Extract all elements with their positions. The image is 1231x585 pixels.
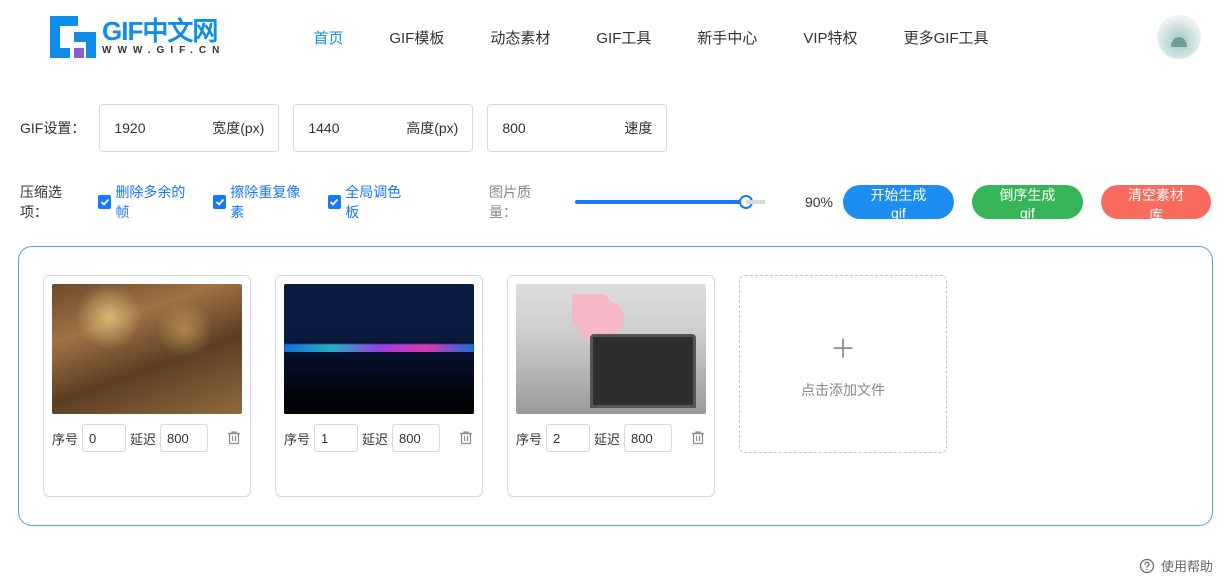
plus-icon: ＋ — [830, 329, 856, 366]
height-suffix: 高度(px) — [406, 118, 458, 138]
nav: 首页 GIF模板 动态素材 GIF工具 新手中心 VIP特权 更多GIF工具 — [313, 27, 1157, 48]
reverse-generate-button[interactable]: 倒序生成gif — [972, 185, 1083, 219]
order-label: 序号 — [516, 429, 542, 448]
trash-icon[interactable] — [690, 429, 706, 448]
quality-slider[interactable] — [575, 200, 765, 204]
help-link[interactable]: 使用帮助 — [1139, 556, 1213, 575]
height-input[interactable] — [308, 120, 378, 136]
opt-label: 擦除重复像素 — [230, 182, 311, 222]
checkbox-checked-icon — [328, 195, 342, 209]
nav-vip[interactable]: VIP特权 — [803, 27, 857, 48]
quality-label: 图片质量： — [489, 182, 557, 222]
frame-meta: 序号 延迟 — [516, 424, 706, 452]
delay-input[interactable] — [160, 424, 208, 452]
delay-label: 延迟 — [594, 429, 620, 448]
frame-card[interactable]: 序号 延迟 — [275, 275, 483, 497]
frame-thumbnail — [52, 284, 242, 414]
generate-gif-button[interactable]: 开始生成gif — [843, 185, 954, 219]
opt-label: 全局调色板 — [345, 182, 413, 222]
opt-global-palette[interactable]: 全局调色板 — [328, 182, 413, 222]
order-label: 序号 — [284, 429, 310, 448]
frame-card[interactable]: 序号 延迟 — [507, 275, 715, 497]
height-field[interactable]: 高度(px) — [293, 104, 473, 152]
checkbox-checked-icon — [98, 195, 112, 209]
trash-icon[interactable] — [458, 429, 474, 448]
avatar[interactable] — [1157, 15, 1201, 59]
nav-dynamic[interactable]: 动态素材 — [490, 27, 550, 48]
delay-input[interactable] — [392, 424, 440, 452]
opt-label: 删除多余的帧 — [115, 182, 196, 222]
logo-icon — [50, 16, 96, 58]
nav-more-tools[interactable]: 更多GIF工具 — [904, 27, 989, 48]
nav-tools[interactable]: GIF工具 — [596, 27, 651, 48]
action-buttons: 开始生成gif 倒序生成gif 清空素材库 — [843, 185, 1211, 219]
compress-row: 压缩选项： 删除多余的帧 擦除重复像素 全局调色板 图片质量： 90% 开始生成… — [0, 162, 1231, 234]
delay-input[interactable] — [624, 424, 672, 452]
opt-erase-dup-pixels[interactable]: 擦除重复像素 — [213, 182, 312, 222]
add-file-label: 点击添加文件 — [801, 380, 885, 400]
speed-field[interactable]: 速度 — [487, 104, 667, 152]
nav-home[interactable]: 首页 — [313, 27, 343, 48]
help-label: 使用帮助 — [1161, 556, 1213, 575]
width-field[interactable]: 宽度(px) — [99, 104, 279, 152]
width-suffix: 宽度(px) — [212, 118, 264, 138]
nav-newbie[interactable]: 新手中心 — [697, 27, 757, 48]
gif-settings-row: GIF设置： 宽度(px) 高度(px) 速度 — [0, 74, 1231, 162]
clear-library-button[interactable]: 清空素材库 — [1101, 185, 1211, 219]
order-label: 序号 — [52, 429, 78, 448]
gif-settings-label: GIF设置： — [20, 118, 85, 138]
delay-label: 延迟 — [362, 429, 388, 448]
frame-thumbnail — [284, 284, 474, 414]
frame-thumbnail — [516, 284, 706, 414]
checkbox-checked-icon — [213, 195, 227, 209]
order-input[interactable] — [82, 424, 126, 452]
width-input[interactable] — [114, 120, 184, 136]
frame-meta: 序号 延迟 — [52, 424, 242, 452]
slider-thumb[interactable] — [739, 195, 753, 209]
frame-meta: 序号 延迟 — [284, 424, 474, 452]
help-icon — [1139, 558, 1155, 574]
material-canvas: 序号 延迟 序号 延迟 序号 延迟 ＋ 点击添加文件 — [18, 246, 1213, 526]
trash-icon[interactable] — [226, 429, 242, 448]
quality-percent: 90% — [805, 194, 833, 210]
logo-subtitle: WWW.GIF.CN — [102, 46, 225, 56]
logo-title: GIF中文网 — [102, 18, 225, 44]
header: GIF中文网 WWW.GIF.CN 首页 GIF模板 动态素材 GIF工具 新手… — [0, 0, 1231, 74]
order-input[interactable] — [314, 424, 358, 452]
speed-input[interactable] — [502, 120, 572, 136]
logo-text: GIF中文网 WWW.GIF.CN — [102, 18, 225, 56]
compress-label: 压缩选项： — [20, 182, 88, 222]
frame-card[interactable]: 序号 延迟 — [43, 275, 251, 497]
opt-remove-extra-frames[interactable]: 删除多余的帧 — [98, 182, 197, 222]
delay-label: 延迟 — [130, 429, 156, 448]
add-file-card[interactable]: ＋ 点击添加文件 — [739, 275, 947, 453]
nav-templates[interactable]: GIF模板 — [389, 27, 444, 48]
order-input[interactable] — [546, 424, 590, 452]
speed-suffix: 速度 — [624, 118, 652, 138]
logo[interactable]: GIF中文网 WWW.GIF.CN — [50, 16, 225, 58]
